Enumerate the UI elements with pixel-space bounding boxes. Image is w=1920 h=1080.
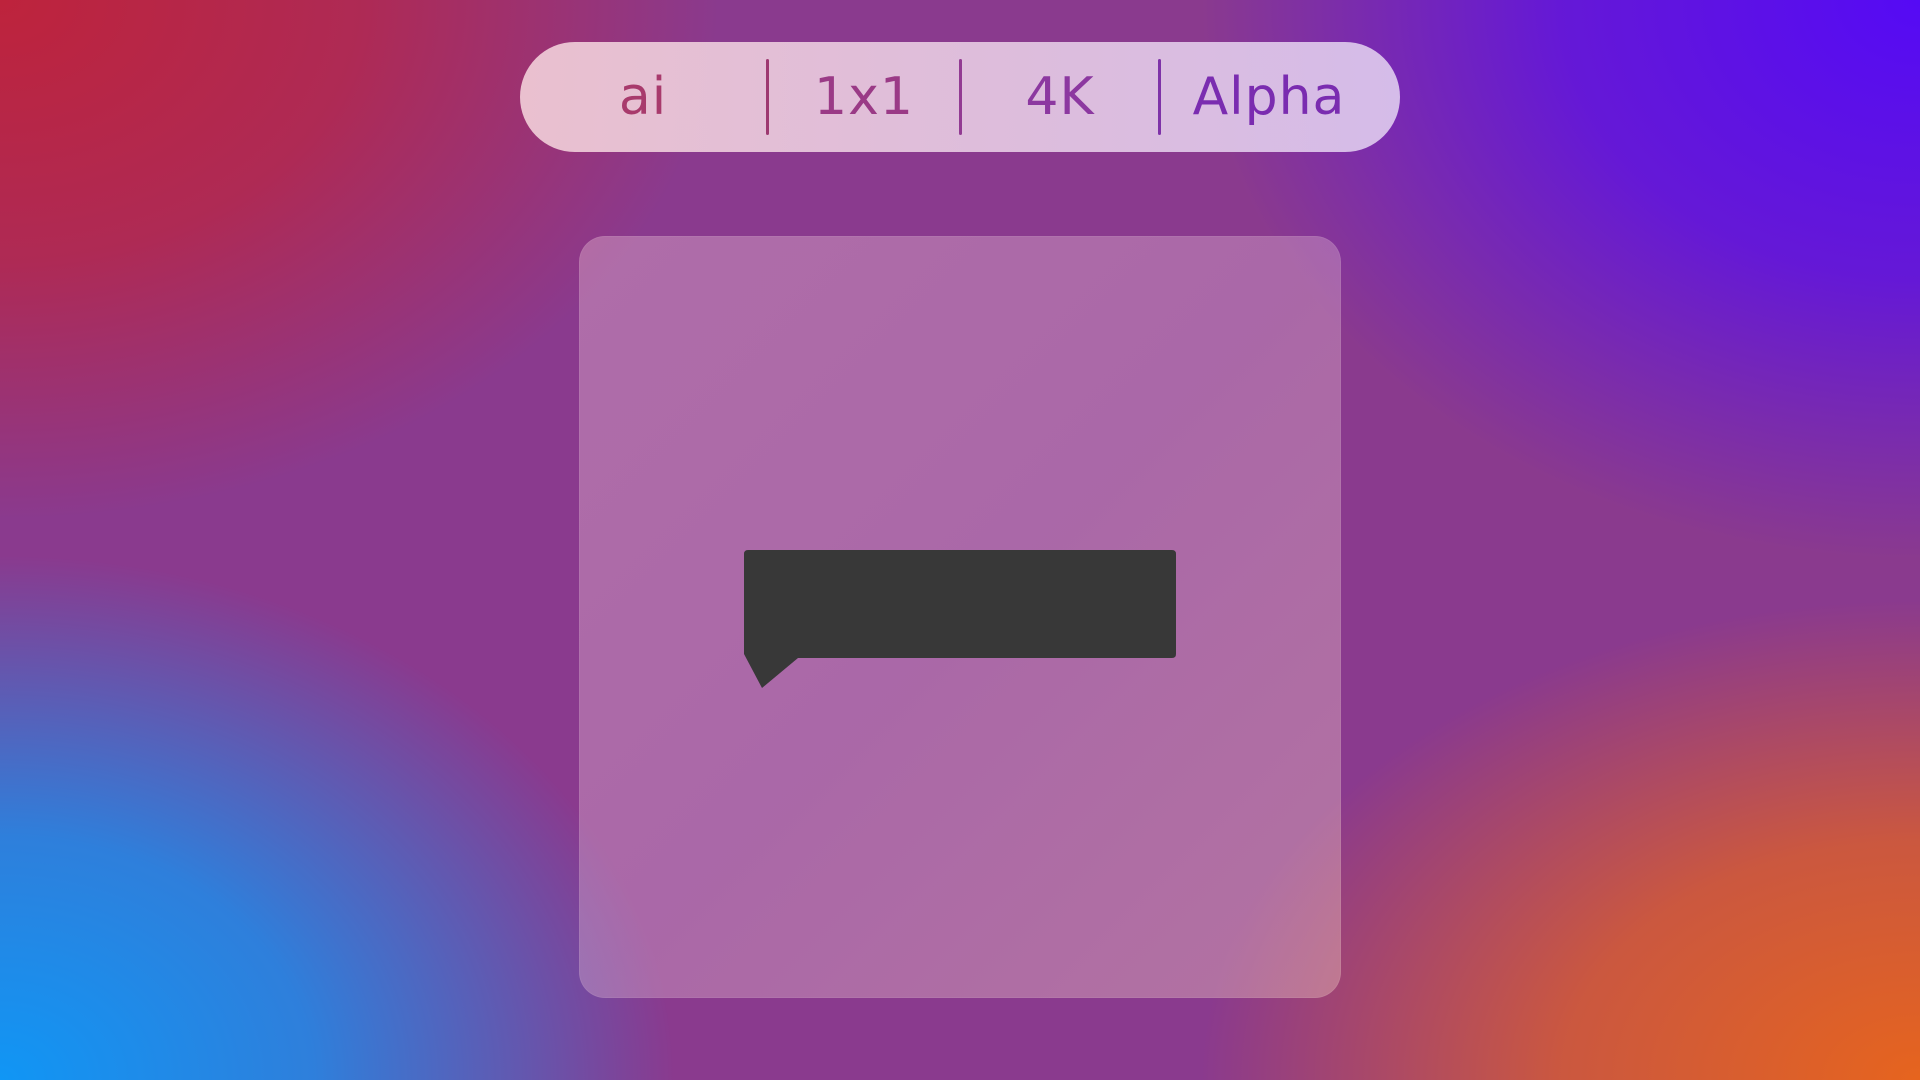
speech-bubble-icon bbox=[744, 550, 1176, 688]
tag-ai[interactable]: ai bbox=[520, 42, 766, 152]
tag-alpha[interactable]: Alpha bbox=[1161, 42, 1377, 152]
tag-bar: ai 1x1 4K Alpha bbox=[520, 42, 1400, 152]
tag-aspect-ratio[interactable]: 1x1 bbox=[769, 42, 959, 152]
tag-resolution[interactable]: 4K bbox=[962, 42, 1158, 152]
